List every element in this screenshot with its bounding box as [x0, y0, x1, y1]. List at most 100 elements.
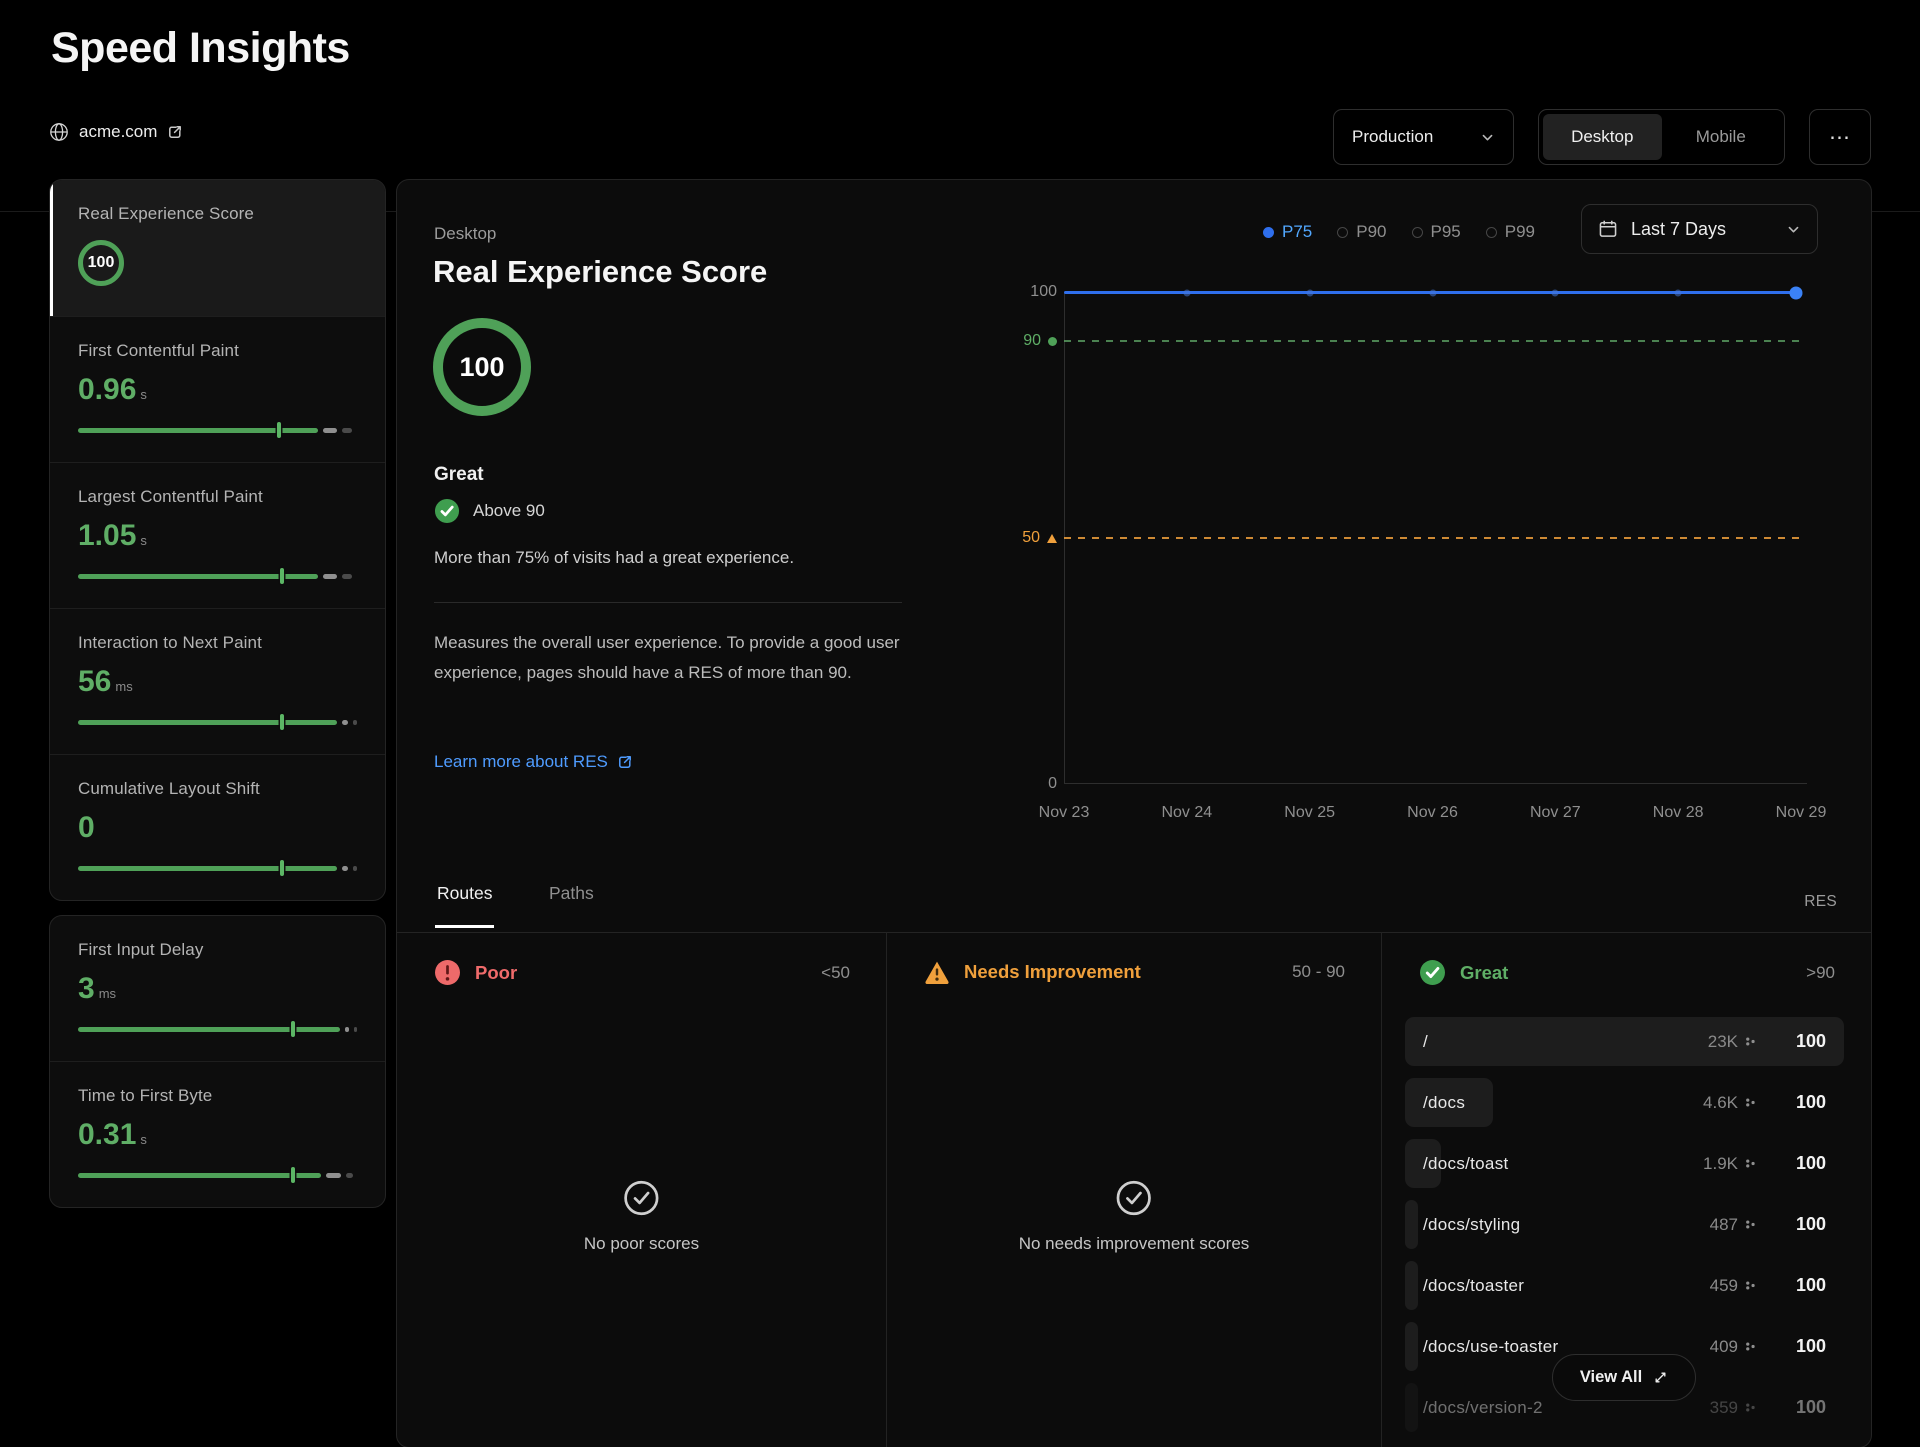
visitors-dots-icon	[1745, 1035, 1756, 1048]
site-link[interactable]: acme.com	[49, 122, 183, 142]
route-score: 100	[1756, 1275, 1826, 1296]
metric-score-ring: 100	[78, 240, 124, 286]
data-point	[1675, 289, 1682, 296]
legend-dot-icon	[1263, 227, 1274, 238]
route-row[interactable]: /docs/toast 1.9K 100	[1405, 1139, 1844, 1188]
legend-dot-icon	[1412, 227, 1423, 238]
metric-value-row: 0.96 s	[78, 373, 357, 408]
metric-value-row: 0.31 s	[78, 1118, 357, 1153]
route-visitors: 487	[1710, 1215, 1738, 1235]
sidebar-metric-fcp[interactable]: First Contentful Paint 0.96 s	[50, 316, 385, 462]
metric-value: 1.05	[78, 519, 136, 553]
date-range-select[interactable]: Last 7 Days	[1581, 204, 1818, 254]
metric-label: First Contentful Paint	[78, 341, 357, 361]
legend-item-p75[interactable]: P75	[1263, 222, 1312, 242]
visitors-dots-icon	[1745, 1157, 1756, 1170]
great-range: >90	[1806, 963, 1835, 983]
metric-value: 0	[78, 811, 95, 845]
check-circle-outline-icon	[1019, 1180, 1250, 1216]
bar-poor-segment	[346, 1173, 353, 1178]
bar-good-segment	[78, 720, 337, 725]
panel-title: Real Experience Score	[433, 254, 767, 290]
legend-item-p99[interactable]: P99	[1486, 222, 1535, 242]
sidebar-metric-lcp[interactable]: Largest Contentful Paint 1.05 s	[50, 462, 385, 608]
route-traffic-bar	[1405, 1261, 1418, 1310]
check-circle-outline-icon	[584, 1180, 699, 1216]
learn-more-label: Learn more about RES	[434, 752, 608, 772]
panel-divider	[434, 602, 902, 603]
metric-unit: ms	[99, 986, 116, 1001]
route-score: 100	[1756, 1031, 1826, 1052]
legend-dot-icon	[1337, 227, 1348, 238]
y-axis-tick-100: 100	[957, 282, 1057, 302]
bar-value-marker	[291, 1021, 295, 1037]
poor-label: Poor	[475, 962, 517, 984]
tab-paths[interactable]: Paths	[547, 883, 596, 925]
x-axis-tick: Nov 28	[1653, 804, 1704, 822]
legend-item-p95[interactable]: P95	[1412, 222, 1461, 242]
route-row[interactable]: /docs/toaster 459 100	[1405, 1261, 1844, 1310]
needs-improvement-empty-text: No needs improvement scores	[1019, 1234, 1250, 1254]
route-visitors: 23K	[1708, 1032, 1738, 1052]
route-row[interactable]: /docs 4.6K 100	[1405, 1078, 1844, 1127]
poor-empty-text: No poor scores	[584, 1234, 699, 1254]
route-row[interactable]: /docs/styling 487 100	[1405, 1200, 1844, 1249]
metric-label: Real Experience Score	[78, 204, 357, 224]
bar-good-segment	[78, 428, 318, 433]
sidebar-metric-fid[interactable]: First Input Delay 3 ms	[50, 916, 385, 1061]
visitors-dots-icon	[1745, 1218, 1756, 1231]
legend-item-p90[interactable]: P90	[1337, 222, 1386, 242]
calendar-icon	[1598, 219, 1618, 239]
route-traffic-bar	[1405, 1383, 1418, 1432]
needs-improvement-header: Needs Improvement 50 - 90	[887, 932, 1381, 985]
visitors-dots-icon	[1745, 1401, 1756, 1414]
view-all-button[interactable]: View All	[1552, 1354, 1696, 1401]
metric-unit: s	[140, 387, 147, 402]
sidebar-metric-ttfb[interactable]: Time to First Byte 0.31 s	[50, 1061, 385, 1207]
route-traffic-bar	[1405, 1322, 1418, 1371]
metric-label: Largest Contentful Paint	[78, 487, 357, 507]
sidebar-metric-cls[interactable]: Cumulative Layout Shift 0	[50, 754, 385, 900]
route-score: 100	[1756, 1397, 1826, 1418]
route-score: 100	[1756, 1214, 1826, 1235]
x-axis-tick: Nov 27	[1530, 804, 1581, 822]
x-axis-tick: Nov 24	[1161, 804, 1212, 822]
great-label: Great	[1460, 962, 1508, 984]
rating-detail-row: Above 90	[434, 498, 545, 524]
more-options-button[interactable]: ⋯	[1809, 109, 1871, 165]
environment-select[interactable]: Production	[1333, 109, 1514, 165]
route-path: /docs/toast	[1423, 1154, 1703, 1174]
description-text: Measures the overall user experience. To…	[434, 628, 939, 688]
rating-label: Great	[434, 464, 484, 486]
route-visitors: 359	[1710, 1398, 1738, 1418]
bar-poor-segment	[354, 1027, 357, 1032]
legend-label: P90	[1356, 222, 1386, 242]
route-path: /docs	[1423, 1093, 1703, 1113]
device-tab-desktop[interactable]: Desktop	[1543, 114, 1662, 160]
needs-improvement-range: 50 - 90	[1292, 962, 1345, 982]
view-all-label: View All	[1580, 1368, 1642, 1387]
metric-value: 0.31	[78, 1118, 136, 1152]
res-column-label: RES	[1804, 893, 1837, 911]
tab-routes[interactable]: Routes	[435, 883, 494, 928]
summary-text: More than 75% of visits had a great expe…	[434, 548, 794, 568]
metric-label: First Input Delay	[78, 940, 357, 960]
sidebar-metric-inp[interactable]: Interaction to Next Paint 56 ms	[50, 608, 385, 754]
y-axis-tick-50: 50	[957, 528, 1057, 548]
panel-device-label: Desktop	[434, 224, 496, 244]
metric-value-row: 0	[78, 811, 357, 846]
chevron-down-icon	[1480, 130, 1495, 145]
route-row[interactable]: / 23K 100	[1405, 1017, 1844, 1066]
bar-value-marker	[291, 1167, 295, 1183]
metric-score-value: 100	[88, 254, 115, 272]
bar-value-marker	[280, 568, 284, 584]
bar-poor-segment	[353, 866, 357, 871]
great-column-header: Great >90	[1382, 932, 1871, 986]
check-circle-icon	[434, 498, 460, 524]
metric-value: 0.96	[78, 373, 136, 407]
sidebar-metric-res[interactable]: Real Experience Score 100	[50, 180, 385, 316]
bar-poor-segment	[342, 428, 352, 433]
warning-triangle-icon	[924, 959, 950, 985]
device-tab-mobile[interactable]: Mobile	[1662, 114, 1781, 160]
learn-more-link[interactable]: Learn more about RES	[434, 752, 633, 772]
